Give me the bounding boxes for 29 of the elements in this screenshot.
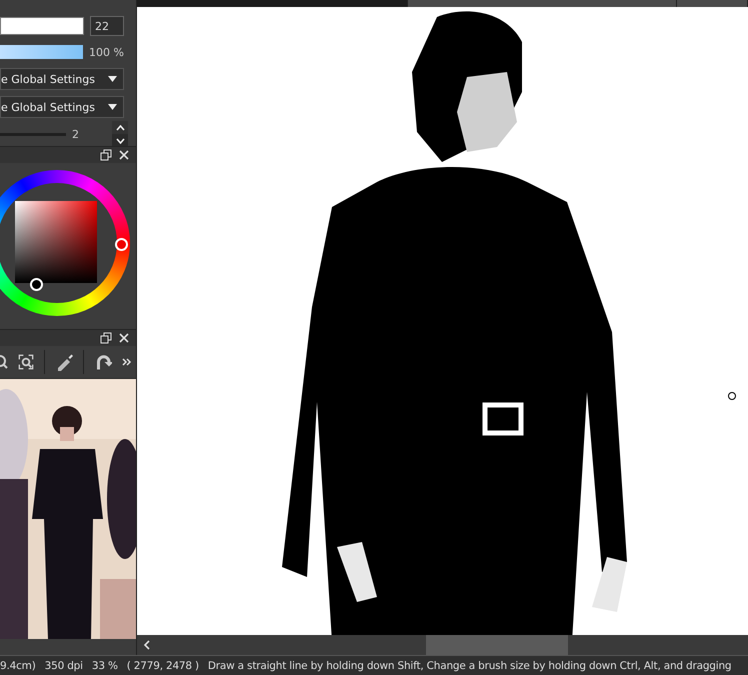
zoom-fit-icon[interactable] xyxy=(18,354,34,370)
settings-dropdown[interactable]: e Global Settings xyxy=(0,68,124,90)
scrollbar-thumb[interactable] xyxy=(426,635,568,655)
close-icon[interactable] xyxy=(118,149,130,161)
stabilization-value: 2 xyxy=(72,128,79,140)
status-text: 350 dpi xyxy=(44,660,83,672)
status-text: ( 2779, 2478 ) xyxy=(126,660,199,672)
brush-size-slider[interactable] xyxy=(0,17,84,35)
eyedropper-icon[interactable] xyxy=(55,353,73,371)
decrement-button[interactable] xyxy=(112,134,128,147)
status-text: 33 % xyxy=(92,660,118,672)
undo-icon[interactable] xyxy=(94,353,112,371)
float-window-icon[interactable] xyxy=(100,149,112,161)
float-window-icon[interactable] xyxy=(100,332,112,344)
status-text: 9.4cm) xyxy=(0,660,36,672)
status-text: Draw a straight line by holding down Shift, Change a brush size by holding down Ctrl, Alt, and dragging xyxy=(208,660,732,672)
brush-size-field[interactable]: 22 xyxy=(90,16,124,36)
opacity-slider[interactable] xyxy=(0,45,84,59)
up-chevron-icon xyxy=(116,124,124,130)
horizontal-scrollbar[interactable] xyxy=(137,635,748,655)
caret-icon xyxy=(108,104,117,110)
zoom-out-icon[interactable] xyxy=(0,355,8,369)
settings-dropdown[interactable]: e Global Settings xyxy=(0,96,124,118)
more-icon[interactable] xyxy=(122,358,132,366)
close-icon[interactable] xyxy=(118,332,130,344)
caret-icon xyxy=(108,76,117,82)
increment-button[interactable] xyxy=(112,121,128,134)
opacity-reading: 100 % xyxy=(89,46,124,58)
down-chevron-icon xyxy=(116,138,124,144)
